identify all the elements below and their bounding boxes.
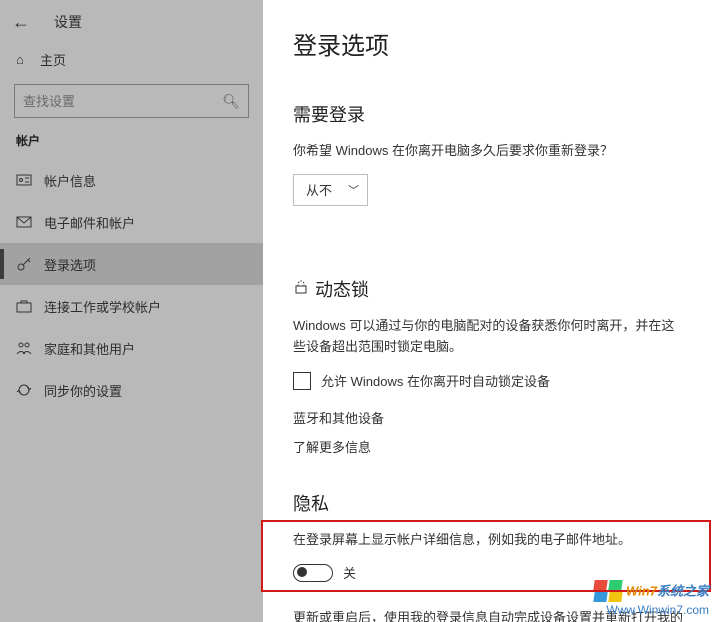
sidebar-item-account-info[interactable]: 帐户信息 bbox=[0, 159, 263, 201]
privacy-opt1-state: 关 bbox=[343, 563, 356, 582]
privacy-opt1-desc: 在登录屏幕上显示帐户详细信息，例如我的电子邮件地址。 bbox=[293, 530, 685, 551]
sidebar-item-label: 登录选项 bbox=[44, 255, 96, 274]
privacy-opt1-toggle[interactable] bbox=[293, 564, 333, 582]
page-title: 登录选项 bbox=[293, 26, 685, 61]
sidebar-item-label: 家庭和其他用户 bbox=[44, 339, 135, 358]
lock-icon bbox=[293, 279, 309, 298]
sidebar-item-label: 帐户信息 bbox=[44, 171, 96, 190]
sidebar-item-sync[interactable]: 同步你的设置 bbox=[0, 369, 263, 411]
settings-sidebar: ← 设置 ⌂ 主页 🔍︎ 帐户 帐户信息 电子邮件和帐户 bbox=[0, 0, 263, 622]
home-label: 主页 bbox=[40, 50, 66, 69]
sidebar-item-label: 连接工作或学校帐户 bbox=[44, 297, 161, 316]
back-icon[interactable]: ← bbox=[12, 12, 30, 33]
checkbox-icon[interactable] bbox=[293, 372, 311, 390]
content-pane: 登录选项 需要登录 你希望 Windows 在你离开电脑多久后要求你重新登录？ … bbox=[263, 0, 715, 622]
sidebar-item-work-school[interactable]: 连接工作或学校帐户 bbox=[0, 285, 263, 327]
require-signin-heading: 需要登录 bbox=[293, 101, 685, 127]
dynamic-lock-checkbox-row[interactable]: 允许 Windows 在你离开时自动锁定设备 bbox=[293, 371, 685, 390]
sidebar-item-email[interactable]: 电子邮件和帐户 bbox=[0, 201, 263, 243]
people-icon bbox=[16, 340, 44, 356]
checkbox-label: 允许 Windows 在你离开时自动锁定设备 bbox=[321, 371, 550, 390]
dropdown-value: 从不 bbox=[306, 180, 332, 199]
watermark-brand-prefix: Win7 bbox=[626, 584, 657, 599]
sidebar-section-title: 帐户 bbox=[0, 126, 263, 159]
learn-more-link[interactable]: 了解更多信息 bbox=[293, 437, 685, 456]
dynamic-lock-title-text: 动态锁 bbox=[315, 276, 369, 302]
windows-flag-icon bbox=[594, 580, 624, 604]
dynamic-lock-heading: 动态锁 bbox=[293, 276, 685, 302]
nav-home[interactable]: ⌂ 主页 bbox=[0, 40, 263, 78]
briefcase-icon bbox=[16, 298, 44, 314]
privacy-heading: 隐私 bbox=[293, 490, 685, 516]
search-icon: 🔍︎ bbox=[222, 93, 240, 110]
key-icon bbox=[16, 256, 44, 272]
home-icon: ⌂ bbox=[16, 52, 40, 67]
watermark-url: Www.Winwin7.com bbox=[594, 604, 709, 618]
sidebar-item-signin-options[interactable]: 登录选项 bbox=[0, 243, 263, 285]
watermark-brand-suffix: 系统之家 bbox=[657, 584, 709, 599]
mail-icon bbox=[16, 214, 44, 230]
account-icon bbox=[16, 172, 44, 188]
search-input[interactable] bbox=[23, 94, 222, 109]
dynamic-lock-desc: Windows 可以通过与你的电脑配对的设备获悉你何时离开，并在这些设备超出范围… bbox=[293, 316, 685, 358]
bluetooth-link[interactable]: 蓝牙和其他设备 bbox=[293, 408, 685, 427]
sidebar-item-label: 同步你的设置 bbox=[44, 381, 122, 400]
settings-label: 设置 bbox=[54, 12, 82, 32]
sidebar-item-label: 电子邮件和帐户 bbox=[44, 213, 135, 232]
search-input-wrap[interactable]: 🔍︎ bbox=[14, 84, 249, 118]
sync-icon bbox=[16, 382, 44, 398]
sidebar-item-family[interactable]: 家庭和其他用户 bbox=[0, 327, 263, 369]
watermark: Win7系统之家 Www.Winwin7.com bbox=[594, 580, 709, 618]
require-signin-desc: 你希望 Windows 在你离开电脑多久后要求你重新登录？ bbox=[293, 141, 685, 162]
chevron-down-icon: ﹀ bbox=[348, 182, 359, 198]
require-signin-dropdown[interactable]: 从不 ﹀ bbox=[293, 174, 368, 206]
